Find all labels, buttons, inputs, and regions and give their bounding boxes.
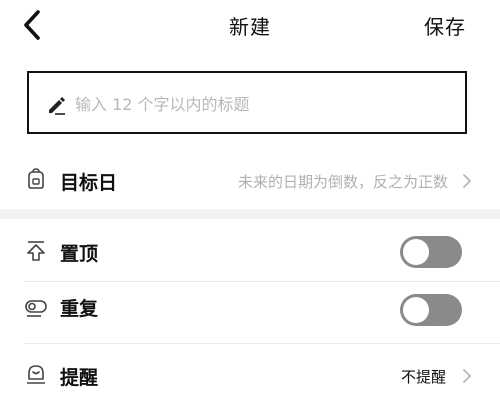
target-date-label: 目标日 <box>60 172 118 194</box>
target-date-hint: 未来的日期为倒数，反之为正数 <box>237 173 448 191</box>
pin-top-icon <box>27 241 45 261</box>
toggle-knob <box>403 239 429 265</box>
pin-top-label: 置顶 <box>60 243 99 265</box>
target-date-row[interactable]: 目标日 未来的日期为倒数，反之为正数 <box>0 156 500 206</box>
repeat-row: 重复 <box>0 282 500 332</box>
title-field[interactable] <box>27 71 467 134</box>
save-button[interactable]: 保存 <box>424 11 466 40</box>
reminder-value: 不提醒 <box>400 368 446 386</box>
pencil-icon <box>49 97 65 115</box>
toggle-knob <box>403 297 429 323</box>
section-divider <box>0 209 500 219</box>
repeat-toggle[interactable] <box>400 294 462 326</box>
pin-top-row: 置顶 <box>0 226 500 276</box>
divider <box>24 343 500 344</box>
new-event-screen: 新建 保存 目标日 未来的日期为倒数，反之为正数 置顶 <box>0 0 500 404</box>
reminder-row[interactable]: 提醒 不提醒 <box>0 350 500 400</box>
pin-top-toggle[interactable] <box>400 236 462 268</box>
repeat-icon <box>25 300 47 317</box>
repeat-label: 重复 <box>60 298 99 320</box>
title-input[interactable] <box>73 87 457 121</box>
reminder-label: 提醒 <box>60 367 99 389</box>
chevron-right-icon <box>463 174 471 188</box>
calendar-bag-icon <box>28 168 44 189</box>
reminder-bell-icon <box>27 365 45 384</box>
header: 新建 保存 <box>0 0 500 50</box>
chevron-right-icon <box>463 369 471 383</box>
